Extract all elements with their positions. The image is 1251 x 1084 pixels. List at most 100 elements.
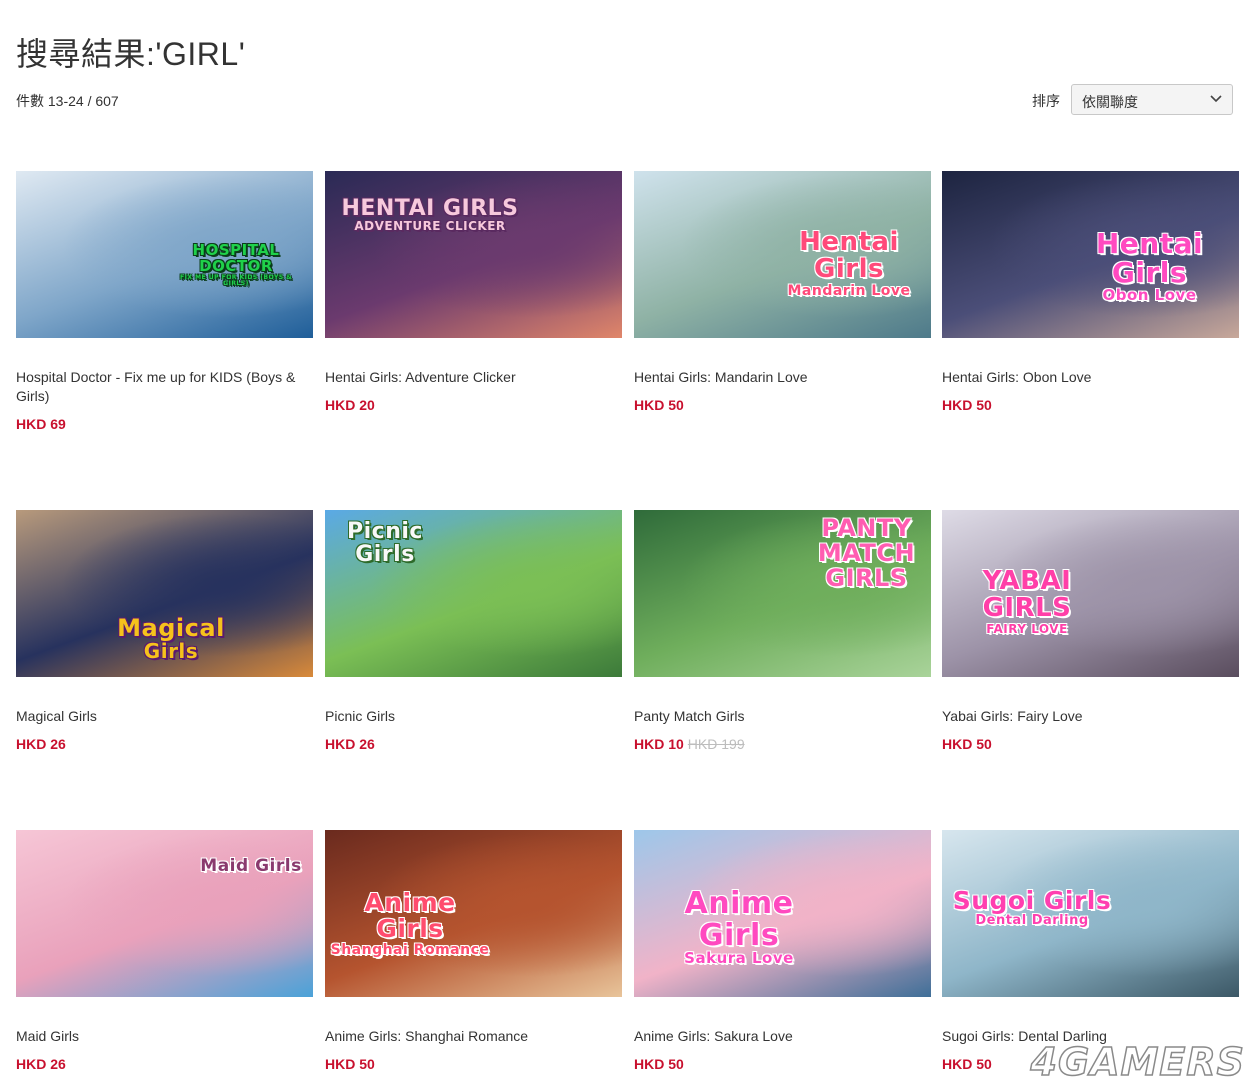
- product-thumbnail[interactable]: Picnic Girls: [325, 510, 622, 677]
- thumbnail-art-title: Hentai Girls Mandarin Love: [769, 227, 929, 299]
- product-name[interactable]: Anime Girls: Sakura Love: [634, 1027, 924, 1046]
- sort-select[interactable]: 依關聯度: [1071, 84, 1233, 115]
- thumbnail-art-title: Anime Girls Shanghai Romance: [330, 888, 490, 958]
- art-subtitle-text: Sakura Love: [684, 949, 794, 967]
- product-thumbnail[interactable]: Anime Girls Sakura Love: [634, 830, 931, 997]
- product-price: HKD 20: [325, 397, 375, 413]
- result-count: 件數 13-24 / 607: [16, 93, 119, 109]
- product-name[interactable]: Anime Girls: Shanghai Romance: [325, 1027, 615, 1046]
- price-value: HKD 50: [325, 1056, 375, 1072]
- art-title-text: Hentai Girls: [1095, 227, 1204, 290]
- thumbnail-art-title: Maid Girls: [196, 856, 306, 876]
- chevron-down-icon: [1210, 95, 1222, 103]
- page-title: 搜尋結果:'GIRL': [16, 36, 246, 73]
- product-card[interactable]: YABAI GIRLS FAIRY LOVE Yabai Girls: Fairy …: [942, 510, 1239, 752]
- art-subtitle-text: ADVENTURE CLICKER: [354, 219, 506, 234]
- art-title-text: Picnic: [347, 519, 423, 544]
- product-thumbnail[interactable]: Hentai Girls Mandarin Love: [634, 171, 931, 338]
- price-value: HKD 69: [16, 416, 66, 432]
- product-card[interactable]: Magical Girls Magical Girls HKD 26: [16, 510, 313, 752]
- art-title-text: Magical: [117, 614, 225, 642]
- product-card[interactable]: Anime Girls Sakura Love Anime Girls: Sakur…: [634, 830, 931, 1072]
- art-subtitle-text: Dental Darling: [975, 913, 1089, 929]
- product-price: HKD 50: [942, 1056, 992, 1072]
- product-name[interactable]: Hentai Girls: Adventure Clicker: [325, 368, 615, 387]
- art-title-text: Anime Girls: [684, 886, 794, 953]
- thumbnail-art-title: Hentai Girls Obon Love: [1067, 229, 1232, 304]
- thumbnail-art-title: Picnic Girls: [335, 520, 435, 566]
- art-subtitle-text: Girls: [143, 639, 199, 664]
- product-thumbnail[interactable]: Hentai Girls Obon Love: [942, 171, 1239, 338]
- product-name[interactable]: Hentai Girls: Obon Love: [942, 368, 1232, 387]
- product-thumbnail[interactable]: PANTY MATCH GIRLS: [634, 510, 931, 677]
- product-price: HKD 50: [325, 1056, 375, 1072]
- art-title-text: HOSPITAL DOCTOR: [192, 241, 280, 275]
- thumbnail-art-title: HENTAI GIRLS ADVENTURE CLICKER: [335, 197, 525, 233]
- thumbnail-art-title: Sugoi Girls Dental Darling: [952, 886, 1112, 929]
- product-thumbnail[interactable]: Magical Girls: [16, 510, 313, 677]
- art-title-text: Anime Girls: [364, 888, 456, 944]
- product-price: HKD 69: [16, 416, 66, 432]
- art-subtitle-text: FIX ME UP FOR KIDS (BOYS & GIRLS): [180, 273, 292, 287]
- price-value: HKD 50: [634, 397, 684, 413]
- thumbnail-art-title: YABAI GIRLS FAIRY LOVE: [947, 566, 1107, 636]
- art-title-text: YABAI GIRLS: [982, 566, 1072, 624]
- art-subtitle-text: FAIRY LOVE: [986, 621, 1068, 636]
- product-name[interactable]: Hospital Doctor - Fix me up for KIDS (Bo…: [16, 368, 306, 406]
- price-value: HKD 50: [942, 736, 992, 752]
- watermark-logo: 4GAMERS: [1030, 1039, 1245, 1084]
- product-price: HKD 26: [325, 736, 375, 752]
- product-name[interactable]: Yabai Girls: Fairy Love: [942, 707, 1232, 726]
- product-card[interactable]: Picnic Girls Picnic Girls HKD 26: [325, 510, 622, 752]
- thumbnail-art-title: HOSPITAL DOCTOR FIX ME UP FOR KIDS (BOYS …: [166, 241, 306, 287]
- product-card[interactable]: Anime Girls Shanghai Romance Anime Girls: …: [325, 830, 622, 1072]
- product-card[interactable]: HOSPITAL DOCTOR FIX ME UP FOR KIDS (BOYS …: [16, 171, 313, 432]
- product-card[interactable]: HENTAI GIRLS ADVENTURE CLICKER Hentai Girl…: [325, 171, 622, 413]
- product-name[interactable]: Magical Girls: [16, 707, 306, 726]
- product-name[interactable]: Hentai Girls: Mandarin Love: [634, 368, 924, 387]
- product-thumbnail[interactable]: HOSPITAL DOCTOR FIX ME UP FOR KIDS (BOYS …: [16, 171, 313, 338]
- art-subtitle-text: Shanghai Romance: [330, 941, 490, 958]
- product-name[interactable]: Panty Match Girls: [634, 707, 924, 726]
- art-subtitle-text: Girls: [355, 542, 415, 568]
- product-price: HKD 10 HKD 199: [634, 736, 745, 752]
- art-title-text: Hentai Girls: [799, 227, 899, 285]
- product-card[interactable]: Hentai Girls Obon Love Hentai Girls: Obon …: [942, 171, 1239, 413]
- product-price: HKD 50: [634, 1056, 684, 1072]
- art-title-text: PANTY MATCH: [817, 514, 916, 568]
- art-subtitle-text: GIRLS: [825, 564, 908, 593]
- original-price: HKD 199: [687, 736, 745, 752]
- price-value: HKD 26: [325, 736, 375, 752]
- product-name[interactable]: Maid Girls: [16, 1027, 306, 1046]
- sort-label: 排序: [1032, 93, 1060, 109]
- price-value: HKD 50: [942, 1056, 992, 1072]
- product-thumbnail[interactable]: Sugoi Girls Dental Darling: [942, 830, 1239, 997]
- product-card[interactable]: Sugoi Girls Dental Darling Sugoi Girls: De…: [942, 830, 1239, 1072]
- product-thumbnail[interactable]: HENTAI GIRLS ADVENTURE CLICKER: [325, 171, 622, 338]
- price-value: HKD 50: [942, 397, 992, 413]
- product-card[interactable]: Maid Girls Maid Girls HKD 26: [16, 830, 313, 1072]
- product-thumbnail[interactable]: YABAI GIRLS FAIRY LOVE: [942, 510, 1239, 677]
- price-value: HKD 26: [16, 1056, 66, 1072]
- product-price: HKD 26: [16, 736, 66, 752]
- price-value: HKD 50: [634, 1056, 684, 1072]
- thumbnail-art-title: Anime Girls Sakura Love: [644, 888, 834, 967]
- product-thumbnail[interactable]: Maid Girls: [16, 830, 313, 997]
- product-card[interactable]: PANTY MATCH GIRLS Panty Match Girls HKD 10 H…: [634, 510, 931, 752]
- product-thumbnail[interactable]: Anime Girls Shanghai Romance: [325, 830, 622, 997]
- product-price: HKD 26: [16, 1056, 66, 1072]
- product-name[interactable]: Picnic Girls: [325, 707, 615, 726]
- thumbnail-art-title: PANTY MATCH GIRLS: [804, 514, 929, 593]
- product-price: HKD 50: [942, 397, 992, 413]
- product-card[interactable]: Hentai Girls Mandarin Love Hentai Girls: M…: [634, 171, 931, 413]
- product-price: HKD 50: [634, 397, 684, 413]
- price-value: HKD 26: [16, 736, 66, 752]
- art-title-text: Maid Girls: [200, 856, 302, 876]
- art-subtitle-text: Obon Love: [1102, 285, 1197, 304]
- art-title-text: HENTAI GIRLS: [341, 196, 519, 221]
- art-subtitle-text: Mandarin Love: [787, 282, 911, 299]
- price-value: HKD 10: [634, 736, 684, 752]
- thumbnail-art-title: Magical Girls: [101, 614, 241, 664]
- art-title-text: Sugoi Girls: [952, 886, 1112, 915]
- product-price: HKD 50: [942, 736, 992, 752]
